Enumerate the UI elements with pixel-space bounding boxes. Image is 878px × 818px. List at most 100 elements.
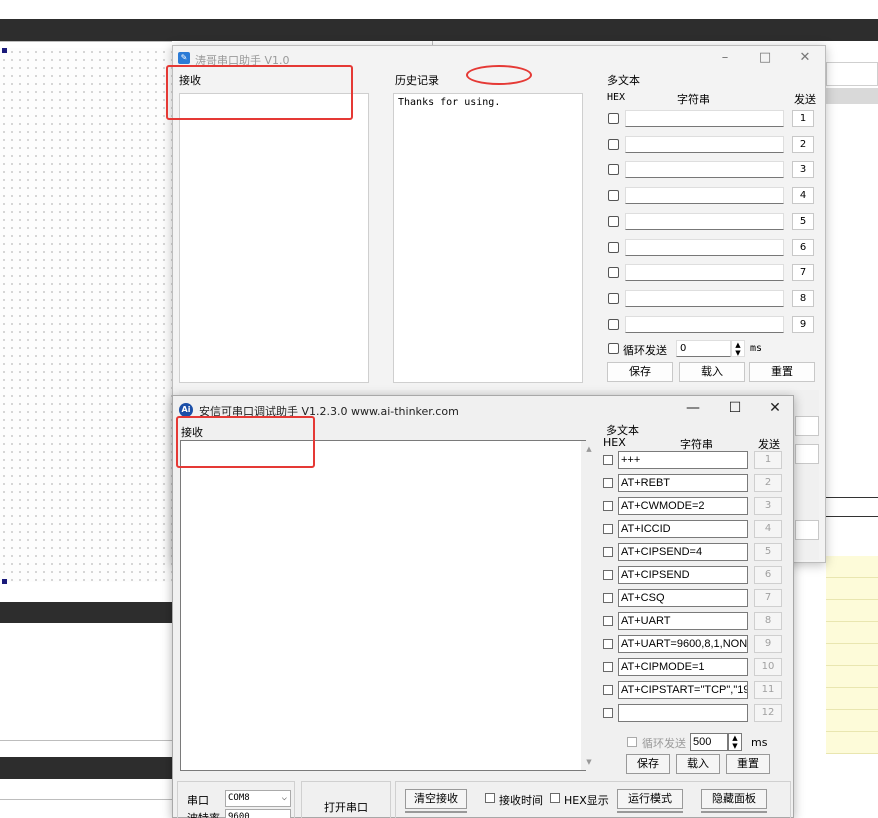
- hex-checkbox[interactable]: [603, 570, 613, 580]
- side-button[interactable]: [795, 520, 819, 540]
- send-button[interactable]: 11: [754, 681, 782, 699]
- send-string-input[interactable]: [625, 316, 784, 333]
- command-input[interactable]: +++: [618, 451, 748, 469]
- send-button[interactable]: 5: [754, 543, 782, 561]
- hex-checkbox[interactable]: [603, 524, 613, 534]
- send-string-input[interactable]: [625, 264, 784, 281]
- send-string-input[interactable]: [625, 239, 784, 256]
- hex-checkbox[interactable]: [603, 547, 613, 557]
- load-button[interactable]: 载入: [679, 362, 745, 382]
- hex-checkbox[interactable]: [608, 190, 619, 201]
- command-input[interactable]: AT+CIPSEND: [618, 566, 748, 584]
- side-button[interactable]: [795, 444, 819, 464]
- minimize-icon[interactable]: –: [715, 50, 735, 65]
- send-button[interactable]: 2: [792, 136, 814, 153]
- hex-checkbox[interactable]: [608, 293, 619, 304]
- hex-display-checkbox[interactable]: [550, 793, 560, 803]
- close-icon[interactable]: ✕: [795, 50, 815, 65]
- hex-checkbox[interactable]: [608, 242, 619, 253]
- hex-checkbox[interactable]: [603, 455, 613, 465]
- receive-time-checkbox[interactable]: [485, 793, 495, 803]
- scroll-down-icon[interactable]: ▼: [581, 758, 597, 766]
- hex-checkbox[interactable]: [608, 267, 619, 278]
- command-input[interactable]: AT+CWMODE=2: [618, 497, 748, 515]
- send-button[interactable]: 3: [792, 161, 814, 178]
- send-button[interactable]: 9: [792, 316, 814, 333]
- send-button[interactable]: 8: [754, 612, 782, 630]
- send-string-input[interactable]: [625, 187, 784, 204]
- send-button[interactable]: 1: [792, 110, 814, 127]
- hex-checkbox[interactable]: [603, 662, 613, 672]
- send-string-input[interactable]: [625, 110, 784, 127]
- baud-select[interactable]: 9600: [225, 809, 291, 818]
- run-mode-button[interactable]: 运行模式: [617, 789, 683, 809]
- send-string-input[interactable]: [625, 161, 784, 178]
- save-button[interactable]: 保存: [626, 754, 670, 774]
- hex-checkbox[interactable]: [608, 216, 619, 227]
- command-input[interactable]: [618, 704, 748, 722]
- send-string-input[interactable]: [625, 136, 784, 153]
- command-input[interactable]: AT+UART=9600,8,1,NONE: [618, 635, 748, 653]
- send-button[interactable]: 4: [754, 520, 782, 538]
- hex-checkbox[interactable]: [603, 639, 613, 649]
- history-area[interactable]: Thanks for using.: [393, 93, 583, 383]
- command-input[interactable]: AT+CIPSEND=4: [618, 543, 748, 561]
- hex-checkbox[interactable]: [603, 708, 613, 718]
- hex-checkbox[interactable]: [603, 478, 613, 488]
- loop-interval-input[interactable]: 0: [676, 340, 731, 357]
- send-button[interactable]: 6: [792, 239, 814, 256]
- port-select[interactable]: COM8 ⌵: [225, 790, 291, 807]
- close-icon[interactable]: ✕: [765, 400, 785, 416]
- receive-area[interactable]: [179, 93, 369, 383]
- command-input[interactable]: AT+CIPMODE=1: [618, 658, 748, 676]
- secondary-button[interactable]: [701, 811, 767, 813]
- hex-checkbox[interactable]: [603, 593, 613, 603]
- clear-receive-button[interactable]: 清空接收: [405, 789, 467, 809]
- send-button[interactable]: 4: [792, 187, 814, 204]
- command-input[interactable]: AT+REBT: [618, 474, 748, 492]
- loop-send-checkbox[interactable]: [608, 343, 619, 354]
- command-input[interactable]: AT+CSQ: [618, 589, 748, 607]
- designer-canvas[interactable]: [0, 48, 172, 582]
- secondary-button[interactable]: [617, 811, 683, 813]
- hex-checkbox[interactable]: [603, 685, 613, 695]
- send-button[interactable]: 5: [792, 213, 814, 230]
- send-string-input[interactable]: [625, 213, 784, 230]
- command-input[interactable]: AT+CIPSTART="TCP","192: [618, 681, 748, 699]
- minimize-icon[interactable]: —: [683, 400, 703, 416]
- loop-interval-input[interactable]: 500: [690, 733, 728, 751]
- maximize-icon[interactable]: ☐: [725, 400, 745, 416]
- interval-spinner[interactable]: ▲ ▼: [731, 340, 745, 357]
- hex-checkbox[interactable]: [608, 139, 619, 150]
- send-button[interactable]: 3: [754, 497, 782, 515]
- send-button[interactable]: 6: [754, 566, 782, 584]
- send-button[interactable]: 9: [754, 635, 782, 653]
- resize-handle[interactable]: [2, 48, 7, 53]
- secondary-button[interactable]: [405, 811, 467, 813]
- hex-checkbox[interactable]: [603, 501, 613, 511]
- interval-spinner[interactable]: ▲ ▼: [728, 733, 742, 751]
- loop-send-checkbox[interactable]: [627, 737, 637, 747]
- receive-scrollbar[interactable]: ▲ ▼: [581, 441, 596, 770]
- send-string-input[interactable]: [625, 290, 784, 307]
- hex-checkbox[interactable]: [608, 113, 619, 124]
- reset-button[interactable]: 重置: [726, 754, 770, 774]
- scroll-up-icon[interactable]: ▲: [581, 445, 597, 453]
- hex-checkbox[interactable]: [608, 164, 619, 175]
- hide-panel-button[interactable]: 隐藏面板: [701, 789, 767, 809]
- reset-button[interactable]: 重置: [749, 362, 815, 382]
- receive-area[interactable]: [180, 440, 586, 771]
- send-button[interactable]: 7: [792, 264, 814, 281]
- send-button[interactable]: 1: [754, 451, 782, 469]
- open-port-button[interactable]: 打开串口: [313, 799, 379, 817]
- save-button[interactable]: 保存: [607, 362, 673, 382]
- command-input[interactable]: AT+ICCID: [618, 520, 748, 538]
- send-button[interactable]: 12: [754, 704, 782, 722]
- maximize-icon[interactable]: □: [755, 50, 775, 65]
- send-button[interactable]: 8: [792, 290, 814, 307]
- send-button[interactable]: 10: [754, 658, 782, 676]
- resize-handle[interactable]: [2, 579, 7, 584]
- hex-checkbox[interactable]: [608, 319, 619, 330]
- send-button[interactable]: 7: [754, 589, 782, 607]
- send-button[interactable]: 2: [754, 474, 782, 492]
